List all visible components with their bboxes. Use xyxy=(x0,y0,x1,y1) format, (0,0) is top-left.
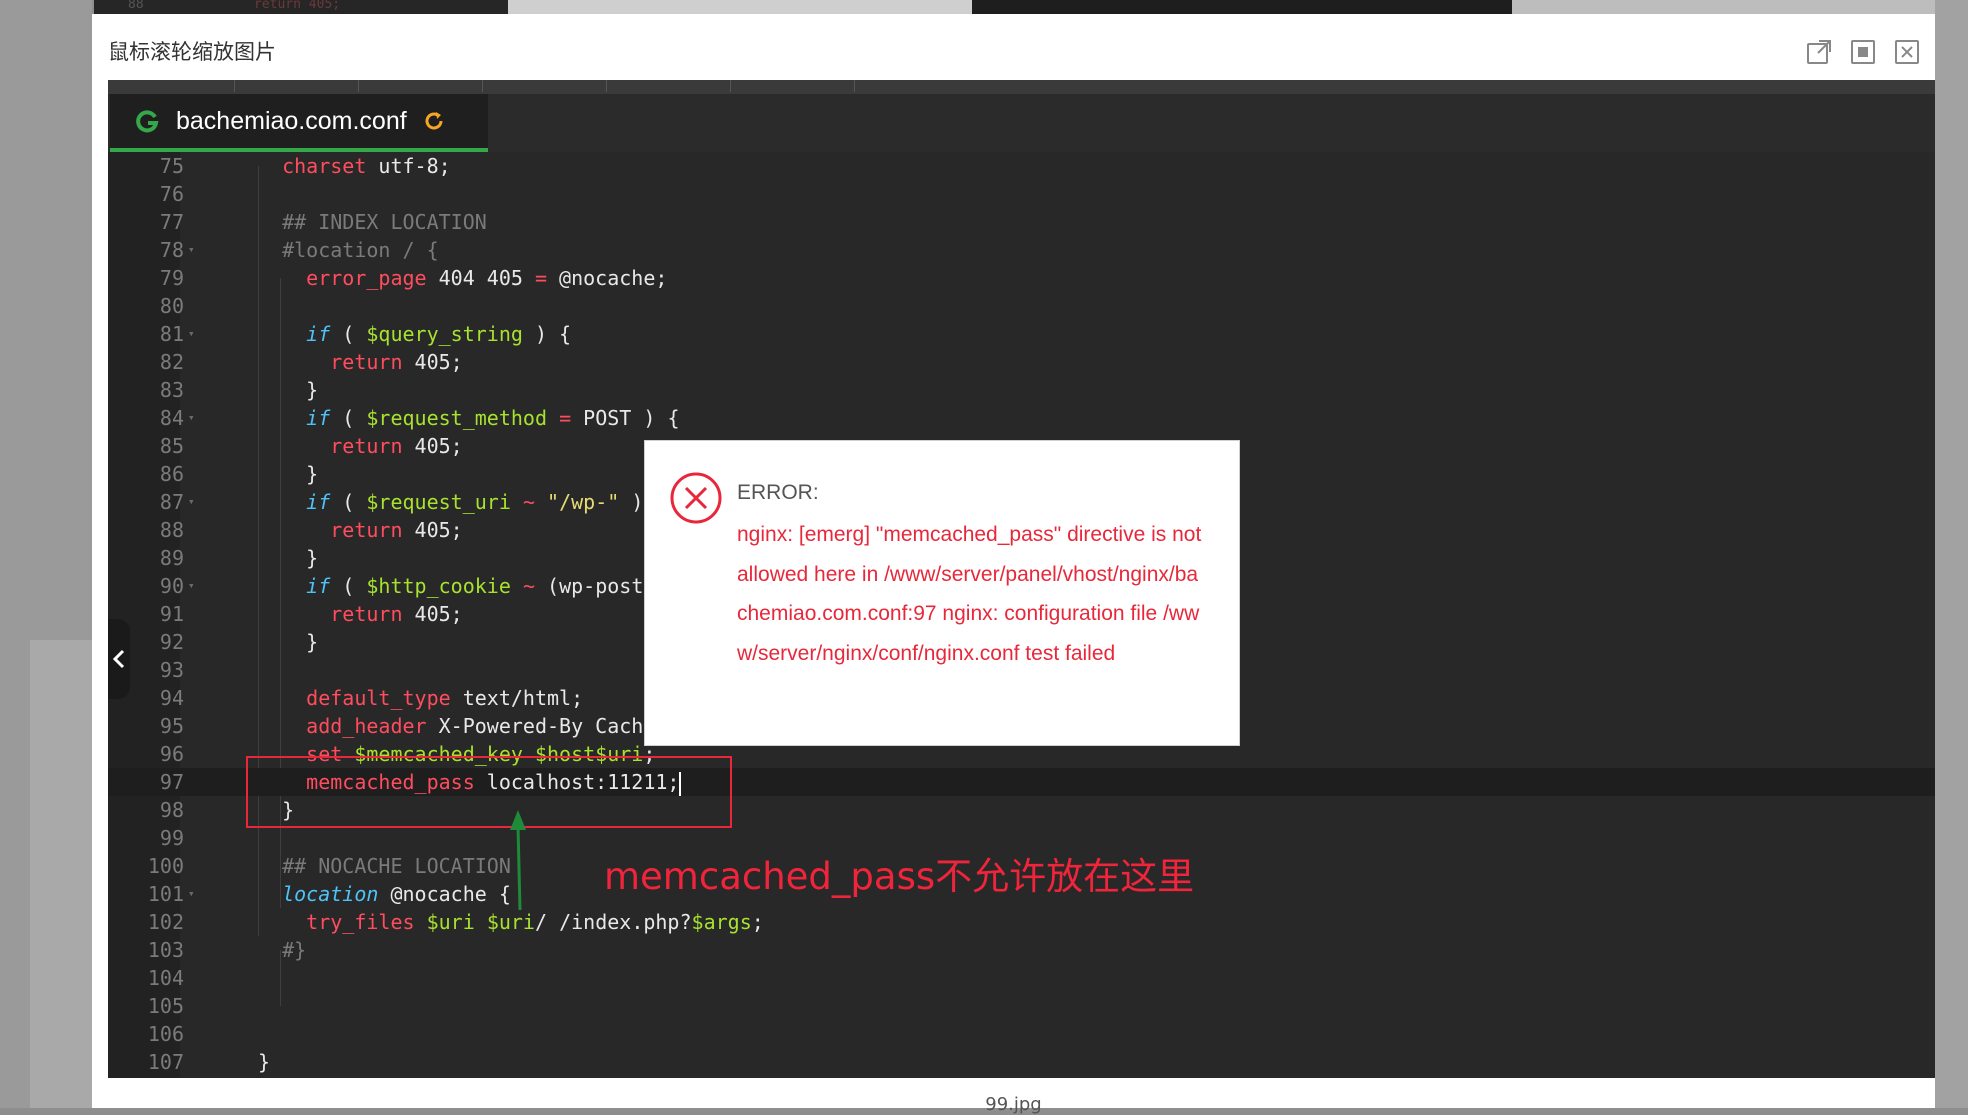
viewer-title: 鼠标滚轮缩放图片 xyxy=(108,40,276,64)
image-viewer-dialog: 鼠标滚轮缩放图片 bachemiao.com.conf 75 charset u… xyxy=(92,14,1935,1115)
background-top-strip xyxy=(508,0,972,14)
background-right-panel xyxy=(1935,0,1968,1108)
annotation-label: memcached_pass不允许放在这里 xyxy=(604,855,1195,898)
background-code-text: return 405; xyxy=(254,0,341,12)
error-dialog: ERROR: nginx: [emerg] "memcached_pass" d… xyxy=(644,440,1240,746)
background-left-strip xyxy=(30,640,92,1108)
background-top-strip-right xyxy=(1512,0,1935,14)
error-icon xyxy=(670,472,722,524)
external-link-icon[interactable] xyxy=(1803,36,1835,68)
background-top-strip-dark xyxy=(972,0,1512,14)
background-line-number: 88 xyxy=(128,0,144,12)
error-message: nginx: [emerg] "memcached_pass" directiv… xyxy=(737,523,1202,665)
background-code-strip: 88 return 405; xyxy=(94,0,508,14)
image-filename-caption: 99.jpg xyxy=(985,1094,1042,1115)
close-icon[interactable] xyxy=(1891,36,1923,68)
screenshot-image: bachemiao.com.conf 75 charset utf-8; 76 77… xyxy=(108,80,1935,1078)
fit-screen-icon[interactable] xyxy=(1847,36,1879,68)
viewer-toolbar xyxy=(1803,36,1923,68)
error-title: ERROR: xyxy=(737,481,819,504)
